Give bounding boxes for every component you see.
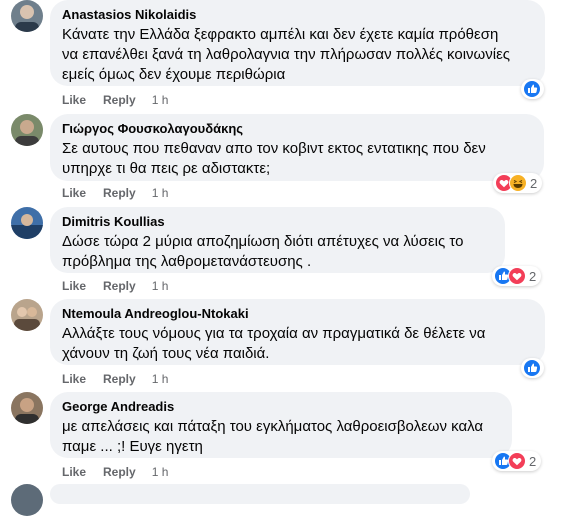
like-button[interactable]: Like [62,465,86,479]
reaction-summary[interactable]: 2 [493,173,543,193]
comment-text-line: Δώσε τώρα 2 μύρια αποζημίωση διότι απέτυ… [62,233,464,250]
love-reaction-icon [508,452,526,470]
timestamp[interactable]: 1 h [152,93,169,107]
avatar[interactable] [11,299,43,331]
comment-text-line: Σε αυτους που πεθαναν απο τον κοβιντ εκτ… [62,140,486,157]
timestamp[interactable]: 1 h [152,279,169,293]
reply-button[interactable]: Reply [103,93,136,107]
reply-button[interactable]: Reply [103,186,136,200]
reply-button[interactable]: Reply [103,372,136,386]
comment-text-line: εμείς όμως δεν έχουμε περιθώρια [62,66,286,83]
comment-text-line: με απελάσεις και πάταξη του εγκλήματος λ… [62,418,484,435]
like-button[interactable]: Like [62,372,86,386]
like-reaction-icon [523,80,541,98]
comment-actions: Like Reply 1 h [62,371,168,387]
comment-bubble: Ntemoula Andreoglou-Ntokaki Αλλάξτε τους… [50,299,545,365]
comment-text-line: υπηρχε τι θα πεις ρε αδιστακτε; [62,160,271,177]
reply-button[interactable]: Reply [103,465,136,479]
reaction-summary[interactable]: 2 [492,266,542,286]
reaction-summary[interactable] [521,358,544,378]
like-button[interactable]: Like [62,279,86,293]
comment-actions: Like Reply 1 h [62,278,168,294]
comment-text-line: παμε ... ;! Ευγε ηγετη [62,438,203,455]
reaction-count: 2 [529,268,537,284]
comment-bubble: Γιώργος Φουσκολαγουδάκης Σε αυτους που π… [50,114,544,181]
like-button[interactable]: Like [62,186,86,200]
comment-bubble [50,484,470,504]
reaction-summary[interactable]: 2 [492,451,542,471]
timestamp[interactable]: 1 h [152,372,169,386]
comment-author[interactable]: Ntemoula Andreoglou-Ntokaki [62,306,533,322]
comment-text-line: Αλλάξτε τους νόμους για τα τροχαία αν πρ… [62,325,486,342]
like-button[interactable]: Like [62,93,86,107]
avatar[interactable] [11,114,43,146]
comment-author[interactable]: George Andreadis [62,399,500,415]
comment-bubble: Anastasios Nikolaidis Κάνατε την Ελλάδα … [50,0,545,86]
comment-bubble: Dimitris Koullias Δώσε τώρα 2 μύρια αποζ… [50,207,505,273]
comment-text-line: χάνουν τη ζωή τους νέα παιδιά. [62,345,270,362]
comment-author[interactable]: Γιώργος Φουσκολαγουδάκης [62,121,532,137]
like-reaction-icon [523,359,541,377]
haha-reaction-icon [509,174,527,192]
reply-button[interactable]: Reply [103,279,136,293]
love-reaction-icon [508,267,526,285]
comment-text-line: να επανέλθει ξανά τη λαθρολαγνια την πλή… [62,46,511,63]
comment-actions: Like Reply 1 h [62,464,168,480]
reaction-summary[interactable] [521,79,544,99]
comment-actions: Like Reply 1 h [62,185,168,201]
comment-author[interactable]: Anastasios Nikolaidis [62,7,533,23]
comment-actions: Like Reply 1 h [62,92,168,108]
comment-text-line: πρόβλημα της λαθρομετανάστευσης . [62,253,312,270]
avatar[interactable] [11,0,43,32]
comment-bubble: George Andreadis με απελάσεις και πάταξη… [50,392,512,458]
avatar[interactable] [11,207,43,239]
avatar[interactable] [11,392,43,424]
comment-author[interactable]: Dimitris Koullias [62,214,493,230]
reaction-count: 2 [529,453,537,469]
comment-text-line: Κάνατε την Ελλάδα ξεφρακτο αμπέλι και δε… [62,26,499,43]
timestamp[interactable]: 1 h [152,186,169,200]
reaction-count: 2 [530,175,538,191]
timestamp[interactable]: 1 h [152,465,169,479]
